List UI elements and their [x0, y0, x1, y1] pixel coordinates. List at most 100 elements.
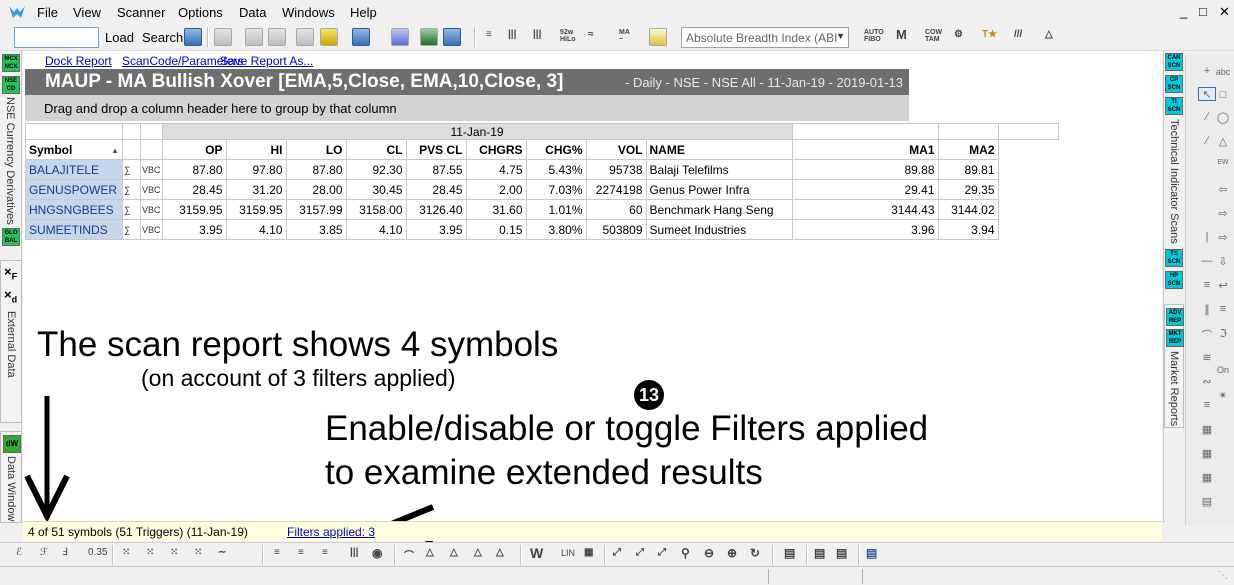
decimal-4-icon[interactable]: 0.35: [88, 547, 107, 558]
arrow-up-left-icon[interactable]: ⇨: [1214, 207, 1232, 221]
draw-tools-icon[interactable]: [320, 28, 338, 46]
nse-currency-derivatives-tab[interactable]: NSE Currency Derivatives: [4, 97, 16, 225]
gann-fan-icon[interactable]: ≋: [1198, 351, 1216, 365]
ew-tool-icon[interactable]: EW: [1214, 159, 1232, 173]
curve-icon[interactable]: ⌒: [404, 547, 414, 562]
auto-fibo-icon[interactable]: AUTO FIBO: [864, 29, 884, 43]
chart-icon[interactable]: ∑: [122, 199, 141, 220]
print-icon[interactable]: [245, 28, 263, 46]
historical-pattern-scan-badge[interactable]: HP SCN: [1165, 271, 1183, 289]
fork-icon[interactable]: ℑ: [1214, 327, 1232, 341]
heikin-icon[interactable]: ⁙: [194, 547, 202, 558]
52w-hilo-icon[interactable]: 52w HiLo: [560, 29, 576, 43]
symbol-cell[interactable]: GENUSPOWER: [25, 179, 123, 200]
resize-grip-icon[interactable]: ⋱: [1218, 570, 1228, 581]
global-badge[interactable]: GLO BAL: [2, 228, 20, 246]
fit-icon[interactable]: ⤢: [613, 547, 621, 558]
speed-lines-icon[interactable]: ≡: [1198, 399, 1216, 413]
arrow-down-icon[interactable]: ⇩: [1214, 255, 1232, 269]
width-icon[interactable]: W: [530, 545, 543, 561]
pivot-icon[interactable]: M: [896, 27, 907, 42]
grid-toggle-icon[interactable]: ▦: [584, 547, 593, 558]
symbol-cell[interactable]: BALAJITELE: [25, 159, 123, 180]
chart-icon[interactable]: ∑: [122, 219, 141, 240]
close-button[interactable]: ✕: [1219, 4, 1230, 20]
ma-icon[interactable]: MA ~: [619, 29, 630, 43]
trading-system-scan-badge[interactable]: TS SCN: [1165, 249, 1183, 267]
vbc-icon[interactable]: VBC: [140, 159, 163, 180]
vbc-icon[interactable]: VBC: [140, 199, 163, 220]
magnet-icon[interactable]: ✴: [1214, 389, 1232, 403]
table-row[interactable]: GENUSPOWER ∑ VBC 28.45 31.20 28.00 30.45…: [25, 179, 1059, 200]
linear-scale-button[interactable]: LIN: [561, 548, 575, 558]
dock-report-link[interactable]: Dock Report: [45, 54, 112, 68]
menu-file[interactable]: File: [37, 5, 58, 20]
arrow-left-icon[interactable]: ⇦: [1214, 183, 1232, 197]
external-data-tab[interactable]: External Data: [5, 311, 17, 378]
decimal-icon[interactable]: ℰ: [16, 547, 22, 558]
symbol-input[interactable]: [14, 27, 99, 48]
decimal-2-icon[interactable]: ℱ: [40, 547, 48, 558]
data-window-icon[interactable]: [296, 28, 314, 46]
advance-report-badge[interactable]: ADV REP: [1166, 308, 1184, 326]
indent-icon[interactable]: ≡: [486, 29, 492, 40]
pattern-2-icon[interactable]: △: [450, 547, 458, 558]
column-header-pvs-cl[interactable]: PVS CL: [405, 139, 467, 160]
pattern-icon[interactable]: △: [426, 547, 434, 558]
zoom-icon[interactable]: ⚲: [681, 546, 690, 560]
column-header-ma2[interactable]: MA2: [937, 139, 999, 160]
market-icon[interactable]: [352, 28, 370, 46]
menu-windows[interactable]: Windows: [282, 5, 335, 20]
load-button[interactable]: Load: [105, 30, 134, 45]
cycle-icon[interactable]: ∾: [1198, 375, 1216, 389]
column-header-ma1[interactable]: MA1: [791, 139, 939, 160]
link-icon[interactable]: [391, 28, 409, 46]
window-icon[interactable]: [443, 28, 461, 46]
column-header-op[interactable]: OP: [161, 139, 227, 160]
arrow-right-icon[interactable]: ⇨: [1214, 231, 1232, 245]
menu-scanner[interactable]: Scanner: [117, 5, 165, 20]
copy-icon[interactable]: ▤: [814, 546, 825, 560]
return-arrow-icon[interactable]: ↩: [1214, 279, 1232, 293]
cow-tam-icon[interactable]: COW TAM: [925, 29, 942, 43]
candle-scan-badge[interactable]: CAN SCN: [1165, 53, 1183, 71]
candle-chart-icon[interactable]: ⁙: [170, 547, 178, 558]
technical-indicator-scan-badge[interactable]: TI SCN: [1165, 97, 1183, 115]
export-icon[interactable]: ▤: [866, 546, 877, 560]
triangle-tool-icon[interactable]: △: [1214, 135, 1232, 149]
grid-fine-icon[interactable]: ▦: [1198, 471, 1216, 485]
menu-help[interactable]: Help: [350, 5, 377, 20]
compress-icon[interactable]: ⤢: [658, 547, 666, 558]
volume-bars-icon[interactable]: |||: [350, 547, 358, 558]
save-report-link[interactable]: Save Report As...: [220, 54, 313, 68]
pnf-icon[interactable]: ≡: [322, 547, 328, 558]
symbol-cell[interactable]: SUMEETINDS: [25, 219, 123, 240]
indicator-dropdown[interactable]: Absolute Breadth Index (ABI ▼: [681, 27, 849, 48]
market-reports-tab[interactable]: Market Reports: [1168, 351, 1180, 426]
zoom-out-icon[interactable]: ⊖: [704, 546, 714, 560]
fib-levels-icon[interactable]: ≡: [1214, 303, 1232, 317]
data-window-badge[interactable]: dW: [3, 435, 21, 453]
market-report-badge[interactable]: MKT REP: [1166, 329, 1184, 347]
mcx-ncx-badge[interactable]: MCX NCX: [2, 54, 20, 72]
globe-icon[interactable]: [420, 28, 438, 46]
options-icon[interactable]: ◉: [372, 546, 382, 560]
chart-icon[interactable]: ∑: [122, 159, 141, 180]
candle-icon[interactable]: |||: [533, 29, 541, 40]
notes-icon[interactable]: ▤: [784, 546, 795, 560]
column-header-chgrs[interactable]: CHGRS: [465, 139, 527, 160]
column-header-chg-pct[interactable]: CHG%: [525, 139, 587, 160]
column-header-name[interactable]: NAME: [645, 139, 793, 160]
save-icon[interactable]: [214, 28, 232, 46]
chart-icon[interactable]: ∑: [122, 179, 141, 200]
text-tool-icon[interactable]: abc: [1214, 67, 1232, 81]
indicator-icon[interactable]: ≈: [588, 29, 594, 40]
fan-icon[interactable]: ///: [1014, 29, 1022, 40]
table-tool-icon[interactable]: ▤: [1198, 495, 1216, 509]
menu-options[interactable]: Options: [178, 5, 223, 20]
group-by-panel[interactable]: Drag and drop a column header here to gr…: [25, 95, 909, 121]
table-row[interactable]: BALAJITELE ∑ VBC 87.80 97.80 87.80 92.30…: [25, 159, 1059, 180]
restore-button[interactable]: □: [1199, 4, 1207, 19]
expand-icon[interactable]: ⤢: [636, 547, 644, 558]
trade-signal-icon[interactable]: T★: [982, 29, 997, 40]
